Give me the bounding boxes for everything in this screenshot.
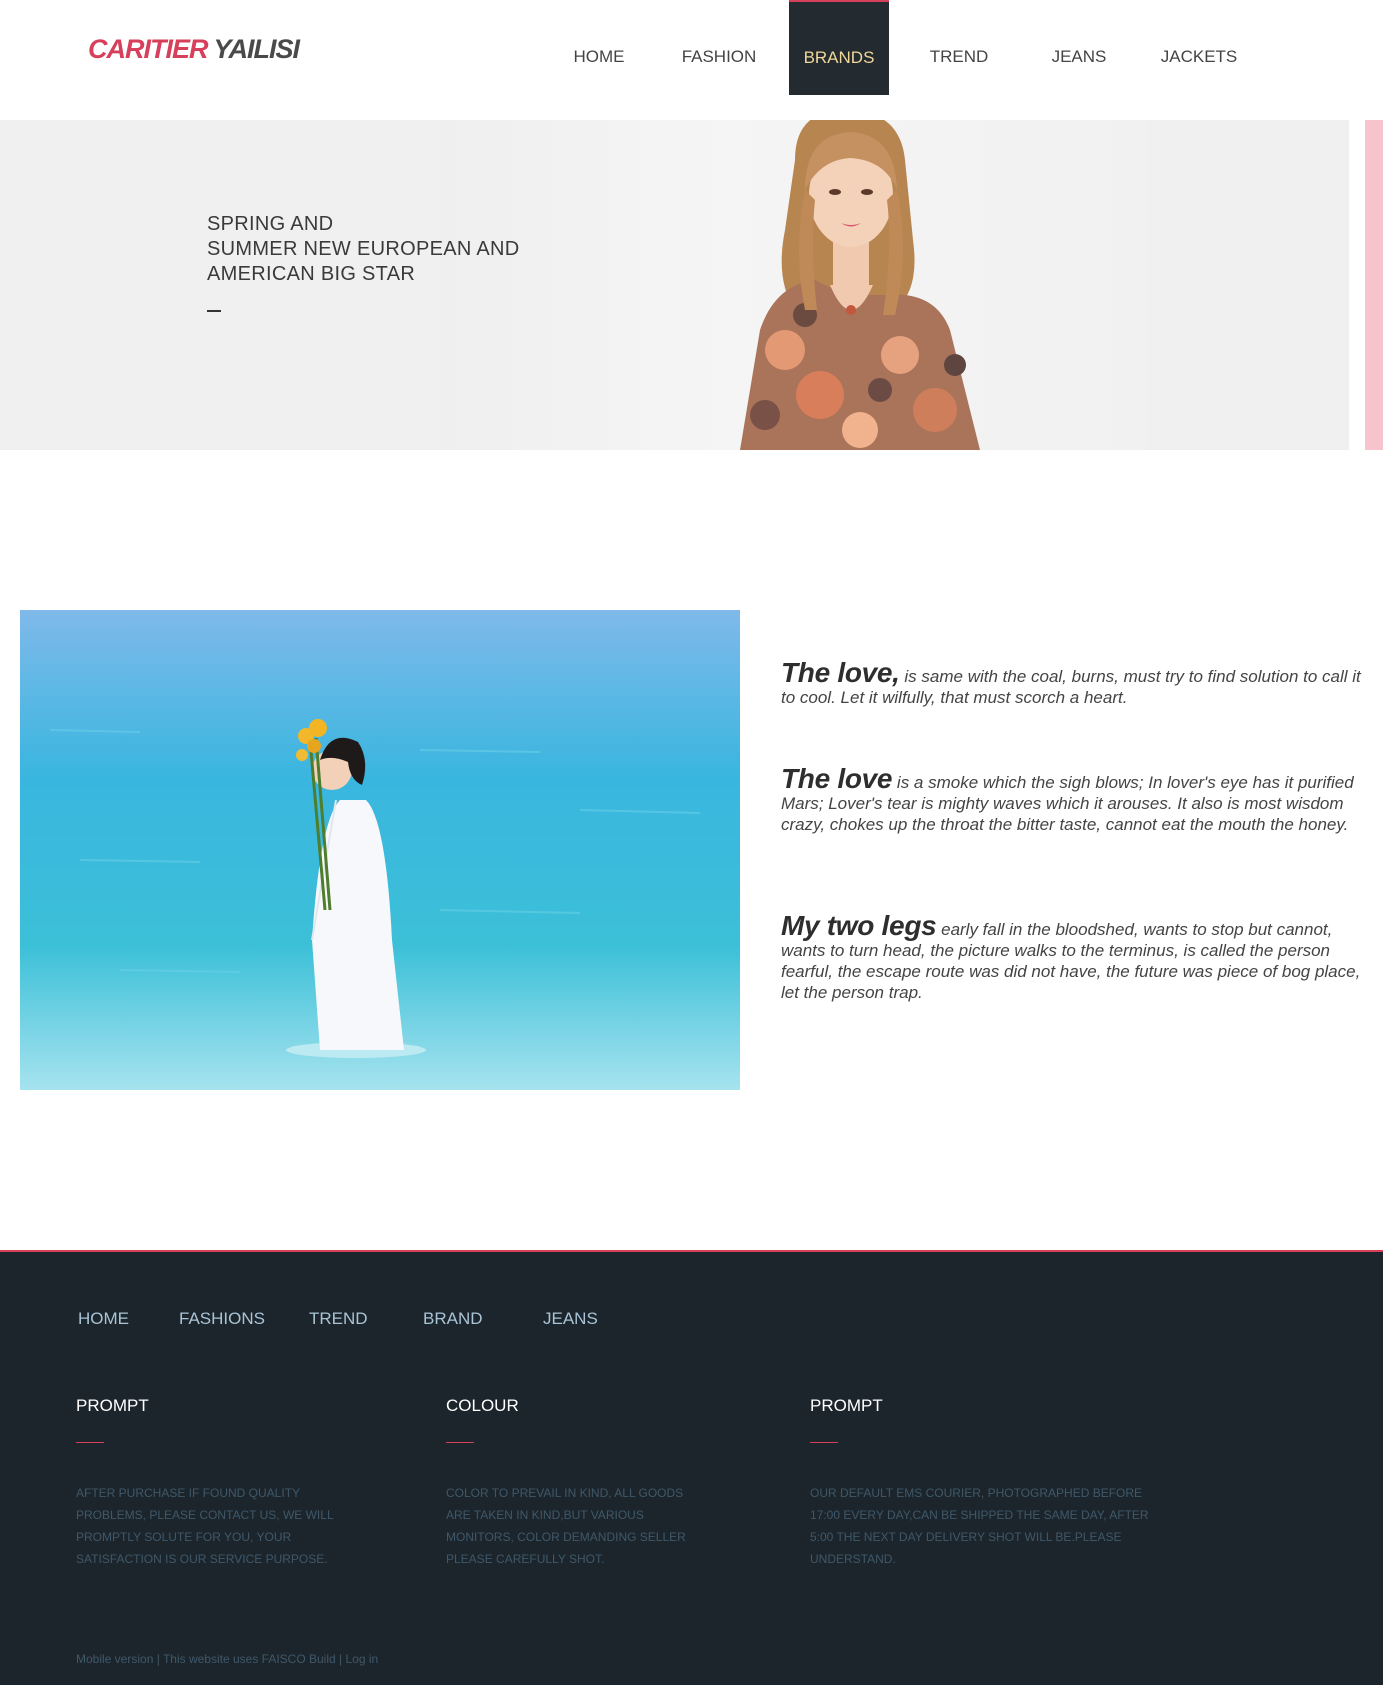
nav-brands[interactable]: BRANDS: [789, 0, 889, 95]
logo-part-1: CARITIER: [88, 34, 208, 64]
footer-col2-title: COLOUR: [446, 1396, 519, 1415]
sea-photo: [20, 610, 740, 1090]
nav-jeans[interactable]: JEANS: [1029, 0, 1129, 95]
footer-col1-title: PROMPT: [76, 1396, 149, 1415]
nav-jackets[interactable]: JACKETS: [1149, 0, 1249, 95]
footer-col2-divider: [446, 1442, 474, 1443]
banner-dash: [207, 310, 221, 312]
footer-separator: |: [153, 1652, 163, 1666]
footer-col3-title: PROMPT: [810, 1396, 883, 1415]
logo-part-2: YAILISI: [213, 34, 301, 64]
mobile-version-link[interactable]: Mobile version: [76, 1652, 153, 1666]
banner-headline: SPRING AND SUMMER NEW EUROPEAN AND AMERI…: [207, 212, 520, 287]
slider-edge: [1365, 120, 1383, 450]
model-photo: [740, 120, 980, 450]
paragraph-1-lead: The love,: [781, 657, 900, 688]
love-paragraph-2: The love is a smoke which the sigh blows…: [781, 765, 1366, 835]
banner-line-1: SPRING AND: [207, 213, 334, 235]
site-footer: HOME FASHIONS TREND BRAND JEANS PROMPT A…: [0, 1250, 1383, 1685]
nav-home[interactable]: HOME: [549, 0, 649, 95]
footer-nav-home[interactable]: HOME: [78, 1309, 129, 1329]
nav-trend[interactable]: TREND: [909, 0, 1009, 95]
legs-paragraph-3: My two legs early fall in the bloodshed,…: [781, 912, 1366, 1003]
footer-nav-brand[interactable]: BRAND: [423, 1309, 483, 1329]
site-header: CARITIER YAILISI HOME FASHION BRANDS TRE…: [0, 0, 1383, 120]
footer-col1-divider: [76, 1442, 104, 1443]
footer-col1-text: AFTER PURCHASE IF FOUND QUALITY PROBLEMS…: [76, 1486, 334, 1566]
hero-banner[interactable]: SPRING AND SUMMER NEW EUROPEAN AND AMERI…: [0, 120, 1349, 450]
paragraph-2-lead: The love: [781, 763, 893, 794]
love-paragraph-1: The love, is same with the coal, burns, …: [781, 659, 1366, 708]
faisco-build-link[interactable]: This website uses FAISCO Build: [163, 1652, 336, 1666]
banner-line-3: AMERICAN BIG STAR: [207, 263, 416, 285]
footer-nav-trend[interactable]: TREND: [309, 1309, 368, 1329]
footer-col3-text: OUR DEFAULT EMS COURIER, PHOTOGRAPHED BE…: [810, 1486, 1149, 1566]
footer-separator: |: [335, 1652, 346, 1666]
nav-fashion[interactable]: FASHION: [669, 0, 769, 95]
banner-line-2: SUMMER NEW EUROPEAN AND: [207, 238, 520, 260]
paragraph-3-lead: My two legs: [781, 910, 937, 941]
footer-nav-fashions[interactable]: FASHIONS: [179, 1309, 265, 1329]
footer-bottom-links: Mobile version | This website uses FAISC…: [76, 1652, 378, 1666]
login-link[interactable]: Log in: [345, 1652, 378, 1666]
footer-col3-divider: [810, 1442, 838, 1443]
footer-nav-jeans[interactable]: JEANS: [543, 1309, 598, 1329]
footer-col2-text: COLOR TO PREVAIL IN KIND, ALL GOODS ARE …: [446, 1486, 686, 1566]
site-logo[interactable]: CARITIER YAILISI: [88, 34, 301, 65]
